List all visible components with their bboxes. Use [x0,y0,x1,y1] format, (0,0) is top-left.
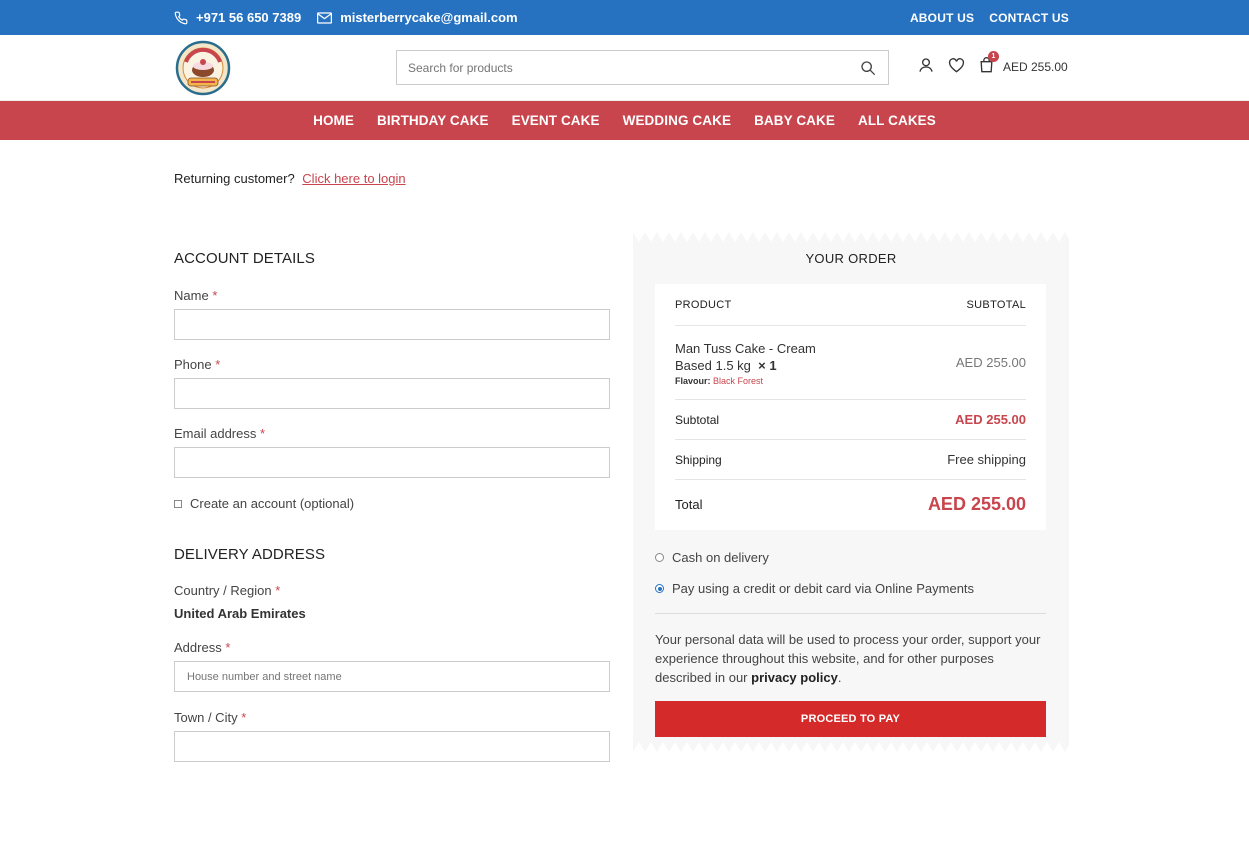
nav-home[interactable]: HOME [313,113,354,128]
subtotal-column-header: SUBTOTAL [966,298,1026,311]
order-item-qty: × 1 [758,357,777,373]
header: 1 AED 255.00 [0,35,1249,101]
name-group: Name * [174,288,610,340]
country-value: United Arab Emirates [174,606,306,621]
site-logo[interactable] [174,40,232,96]
phone-input[interactable] [175,379,609,408]
phone-icon [174,11,188,25]
product-column-header: PRODUCT [675,298,732,311]
total-label: Total [675,496,703,512]
phone-number: +971 56 650 7389 [196,10,302,25]
order-table: PRODUCT SUBTOTAL Man Tuss Cake - Cream B… [655,284,1046,530]
payment-option-cod[interactable]: Cash on delivery [655,550,1046,565]
city-field[interactable] [174,731,610,762]
cart-total: AED 255.00 [1003,59,1068,74]
nav-wedding-cake[interactable]: WEDDING CAKE [623,113,731,128]
email-group: Email address * [174,426,610,478]
delivery-address-heading: DELIVERY ADDRESS [174,546,326,563]
heart-icon[interactable] [948,57,965,76]
login-link[interactable]: Click here to login [302,171,405,186]
phone-label: Phone * [174,357,221,372]
city-input[interactable] [175,732,609,761]
address-input[interactable] [175,662,609,691]
city-group: Town / City * [174,710,610,762]
user-icon[interactable] [918,57,934,76]
nav-baby-cake[interactable]: BABY CAKE [754,113,835,128]
address-group: Address * [174,640,610,692]
phone-field[interactable] [174,378,610,409]
name-input[interactable] [175,310,609,339]
subtotal-value: AED 255.00 [955,412,1026,427]
mail-icon [317,11,333,24]
order-item-name: Man Tuss Cake - Cream Based 1.5 kg × 1 [675,340,816,373]
top-bar: +971 56 650 7389 misterberrycake@gmail.c… [0,0,1249,35]
zigzag-top [633,232,1069,242]
country-group: Country / Region * United Arab Emirates [174,583,306,621]
nav-event-cake[interactable]: EVENT CAKE [512,113,600,128]
shipping-value: Free shipping [947,452,1026,467]
order-item-flavour: Flavour: Black Forest [675,375,764,386]
about-us-link[interactable]: ABOUT US [910,11,974,25]
payment-methods: Cash on delivery Pay using a credit or d… [655,550,1046,596]
city-label: Town / City * [174,710,247,725]
contact-us-link[interactable]: CONTACT US [989,11,1069,25]
cart-count-badge: 1 [988,51,999,62]
cod-radio[interactable] [655,553,664,562]
top-contact: +971 56 650 7389 misterberrycake@gmail.c… [174,0,518,35]
order-item-price: AED 255.00 [955,355,1026,370]
shipping-label: Shipping [675,452,722,467]
phone-group: Phone * [174,357,610,409]
email-field[interactable] [174,447,610,478]
total-row: Total AED 255.00 [675,480,1026,528]
name-label: Name * [174,288,218,303]
nav-birthday-cake[interactable]: BIRTHDAY CAKE [377,113,489,128]
your-order-heading: YOUR ORDER [805,251,897,266]
shipping-row: Shipping Free shipping [675,440,1026,480]
returning-customer-notice: Returning customer? Click here to login [174,171,406,186]
phone-link[interactable]: +971 56 650 7389 [174,10,301,25]
create-account-label: Create an account (optional) [190,496,355,511]
privacy-policy-link[interactable]: privacy policy [751,670,838,685]
email-input[interactable] [175,448,609,477]
order-review: YOUR ORDER PRODUCT SUBTOTAL Man Tuss Cak… [633,232,1069,752]
email-address: misterberrycake@gmail.com [340,10,518,25]
search-icon[interactable] [848,60,888,76]
zigzag-bottom [633,742,1069,752]
total-value: AED 255.00 [927,493,1026,514]
payment-option-card[interactable]: Pay using a credit or debit card via Onl… [655,581,1046,596]
privacy-notice: Your personal data will be used to proce… [655,632,1041,685]
country-label: Country / Region * [174,583,281,598]
card-radio[interactable] [655,584,664,593]
nav-all-cakes[interactable]: ALL CAKES [858,113,936,128]
cart-button[interactable]: 1 AED 255.00 [979,51,1068,76]
cod-label: Cash on delivery [672,550,769,565]
proceed-to-pay-button[interactable]: PROCEED TO PAY [655,701,1046,737]
email-link[interactable]: misterberrycake@gmail.com [317,10,518,25]
address-label: Address * [174,640,231,655]
subtotal-row: Subtotal AED 255.00 [675,400,1026,440]
create-account-checkbox[interactable] [174,499,182,508]
payment-divider [655,613,1046,614]
header-actions: 1 AED 255.00 [918,51,1068,76]
returning-text: Returning customer? [174,171,295,186]
create-account-row[interactable]: Create an account (optional) [174,496,354,511]
address-field[interactable] [174,661,610,692]
name-field[interactable] [174,309,610,340]
subtotal-label: Subtotal [675,412,720,427]
main-nav: HOME BIRTHDAY CAKE EVENT CAKE WEDDING CA… [0,101,1249,140]
order-table-header: PRODUCT SUBTOTAL [675,284,1026,326]
email-label: Email address * [174,426,266,441]
order-item-row: Man Tuss Cake - Cream Based 1.5 kg × 1 F… [675,326,1026,400]
account-details-heading: ACCOUNT DETAILS [174,250,315,267]
card-label: Pay using a credit or debit card via Onl… [672,581,975,596]
order-item-info: Man Tuss Cake - Cream Based 1.5 kg × 1 F… [675,340,816,386]
search-bar [396,50,889,85]
top-links: ABOUT US CONTACT US [910,0,1069,35]
search-input[interactable] [397,51,848,84]
